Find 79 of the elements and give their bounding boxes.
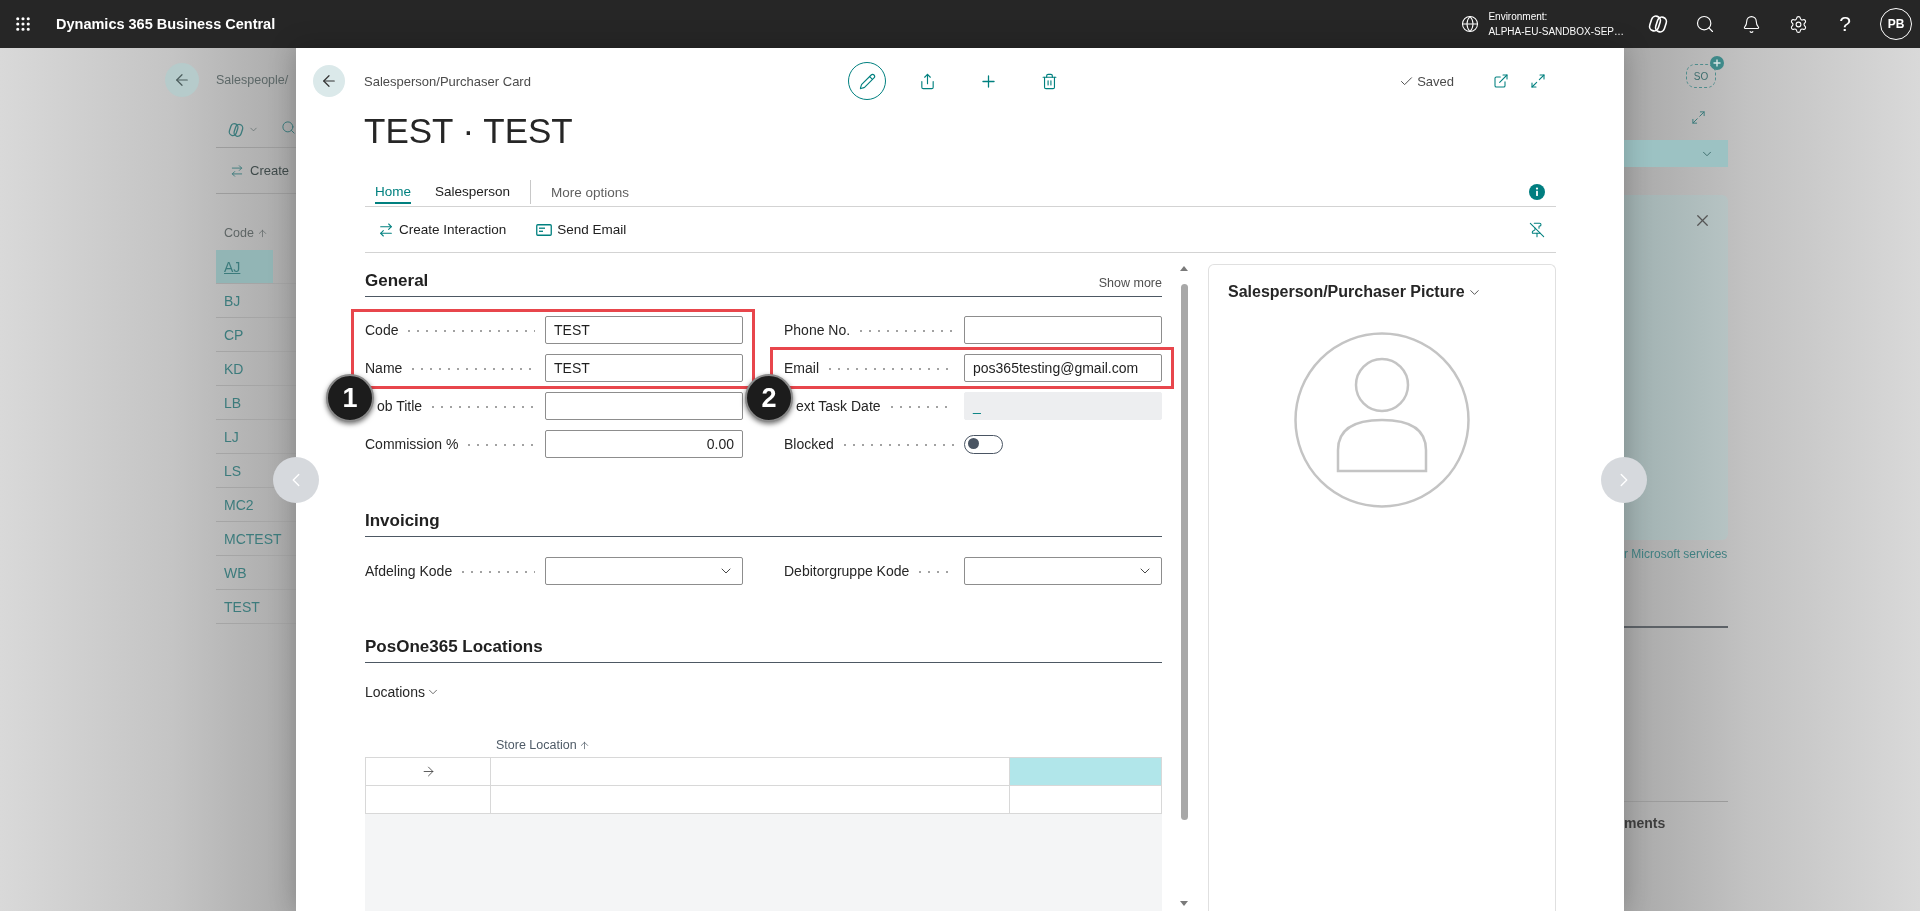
info-icon[interactable] <box>1529 184 1545 200</box>
section-title[interactable]: PosOne365 Locations <box>365 637 543 657</box>
factbox-heading: ments <box>1624 815 1667 831</box>
record-title: TEST · TEST <box>364 110 573 152</box>
section-title[interactable]: Invoicing <box>365 511 440 531</box>
text-field[interactable]: TEST <box>545 354 743 382</box>
swap-arrows-icon <box>230 163 244 178</box>
read-only-field: _ <box>964 392 1162 420</box>
trash-icon[interactable] <box>1040 72 1058 90</box>
overlapping-loops-icon[interactable] <box>1647 14 1668 34</box>
text-field[interactable] <box>545 392 743 420</box>
field-label: Afdeling Kode <box>365 563 453 579</box>
share-icon[interactable] <box>918 72 936 90</box>
callout-number: 2 <box>745 374 793 422</box>
sort-arrow-icon <box>256 227 268 239</box>
scrollbar-thumb[interactable] <box>1180 284 1188 820</box>
avatar-button[interactable]: PB <box>1880 8 1912 40</box>
save-status: Saved <box>1417 73 1454 89</box>
back-button[interactable] <box>165 63 199 97</box>
pencil-icon <box>858 72 876 90</box>
external-link-icon[interactable] <box>1493 73 1509 89</box>
callout-number: 1 <box>326 374 374 422</box>
field-label: Email <box>784 360 819 376</box>
globe-icon[interactable] <box>1461 15 1480 33</box>
action-button[interactable]: Send Email <box>536 214 627 245</box>
table-cell[interactable] <box>1010 786 1161 813</box>
scroll-down-arrow-icon[interactable] <box>1180 901 1188 906</box>
table-cell[interactable] <box>366 758 490 785</box>
tab[interactable]: Salesperson <box>435 180 511 204</box>
more-options-tab[interactable]: More options <box>551 180 630 204</box>
dropdown-field[interactable] <box>964 557 1162 585</box>
subpart-menu-button[interactable]: Locations <box>365 682 440 702</box>
app-title: Dynamics 365 Business Central <box>56 16 276 32</box>
field-label: Code <box>365 322 399 338</box>
table-cell[interactable] <box>491 786 1009 813</box>
bell-icon[interactable] <box>1742 14 1761 34</box>
search-icon[interactable] <box>1694 14 1715 34</box>
environment-label[interactable]: Environment: <box>1488 9 1624 24</box>
dropdown-field[interactable] <box>545 557 743 585</box>
field-label: Blocked <box>784 436 834 452</box>
column-header[interactable]: Store Location <box>496 738 590 752</box>
field-label: ob Title <box>377 398 423 414</box>
text-field[interactable]: pos365testing@gmail.com <box>964 354 1162 382</box>
text-field[interactable]: TEST <box>545 316 743 344</box>
action-label[interactable]: Create <box>250 163 290 178</box>
settings-icon[interactable] <box>1789 14 1808 34</box>
tab[interactable]: Home <box>375 180 411 204</box>
field-label: ext Task Date <box>796 398 881 414</box>
field-label: Name <box>365 360 403 376</box>
field-label: Debitorgruppe Kode <box>784 563 910 579</box>
show-more-link[interactable]: Show more <box>1098 276 1162 290</box>
expand-icon[interactable] <box>1691 109 1706 125</box>
scroll-up-arrow-icon[interactable] <box>1180 266 1188 271</box>
arrow-right-icon <box>420 764 436 779</box>
sort-arrow-icon <box>578 739 590 751</box>
edit-button[interactable] <box>848 62 886 100</box>
table-cell[interactable] <box>491 758 1009 785</box>
help-button[interactable]: ? <box>1835 11 1855 37</box>
expand-icon[interactable] <box>1530 73 1546 89</box>
section-title[interactable]: General <box>365 271 429 291</box>
person-placeholder-icon <box>1294 332 1470 508</box>
action-button[interactable]: Create Interaction <box>378 214 507 245</box>
environment-name[interactable]: ALPHA-EU-SANDBOX-SEP… <box>1488 24 1624 39</box>
table-cell[interactable] <box>366 786 490 813</box>
card-lines-icon <box>536 223 553 236</box>
field-label: Commission % <box>365 436 459 452</box>
field-label: Phone No. <box>784 322 851 338</box>
panel-title[interactable]: Salesperson/Purchaser Picture <box>1228 281 1482 303</box>
back-button[interactable] <box>313 65 345 97</box>
table-cell[interactable] <box>1010 758 1161 785</box>
swap-arrows-icon <box>378 221 394 238</box>
text-field[interactable]: 0.00 <box>545 430 743 458</box>
breadcrumb: Salespeople/ <box>216 73 289 87</box>
toggle-switch[interactable] <box>964 434 1003 454</box>
text-field[interactable] <box>964 316 1162 344</box>
breadcrumb: Salesperson/Purchaser Card <box>364 73 531 89</box>
app-launcher-icon[interactable] <box>14 15 32 33</box>
pin-off-icon[interactable] <box>1529 221 1545 238</box>
plus-circle-icon <box>1710 56 1724 70</box>
